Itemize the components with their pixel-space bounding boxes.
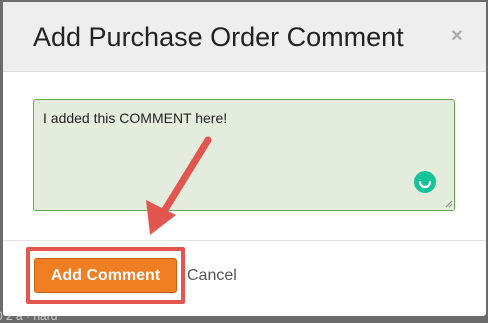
modal-header: Add Purchase Order Comment × [3, 2, 486, 72]
comment-textarea[interactable]: I added this COMMENT here! [33, 99, 455, 211]
close-icon[interactable]: × [451, 26, 463, 46]
grammar-assistant-icon[interactable] [414, 171, 436, 193]
resize-handle-icon[interactable] [445, 200, 453, 208]
footer-divider [3, 240, 486, 241]
add-comment-modal: Add Purchase Order Comment × I added thi… [3, 2, 486, 316]
cancel-link[interactable]: Cancel [187, 267, 237, 285]
modal-title: Add Purchase Order Comment [33, 22, 404, 52]
add-comment-button[interactable]: Add Comment [34, 258, 177, 293]
